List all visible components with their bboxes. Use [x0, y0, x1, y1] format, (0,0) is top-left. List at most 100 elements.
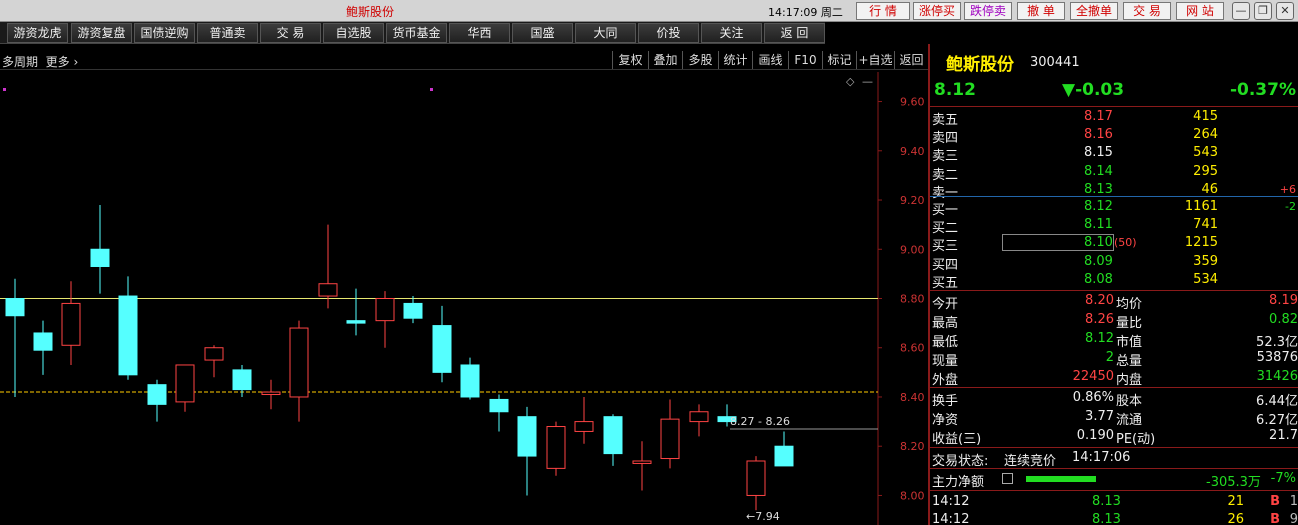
candle-body[interactable] — [318, 283, 338, 297]
asks-row[interactable]: 卖四 8.16 264 — [930, 126, 1298, 146]
nav-tab-8[interactable]: 国盛 — [512, 23, 573, 43]
chart-tool-6[interactable]: 标记 — [822, 51, 856, 69]
candle-body[interactable] — [432, 325, 452, 373]
diamond-icon[interactable]: ◇ — [846, 75, 855, 88]
list-icon[interactable] — [1002, 473, 1013, 484]
stat-row: 最低 8.12 市值 52.3亿 — [930, 330, 1298, 350]
candle-body[interactable] — [147, 384, 167, 405]
y-tick-label: 8.60 — [900, 342, 925, 355]
nav-tab-0[interactable]: 游资龙虎 — [7, 23, 68, 43]
candle-body[interactable] — [689, 411, 709, 423]
stat-label: 最高 — [932, 316, 959, 331]
nav-tab-4[interactable]: 交 易 — [260, 23, 321, 43]
divider — [930, 387, 1298, 388]
trading-status: 连续竞价 — [1004, 454, 1057, 469]
candle-body[interactable] — [746, 460, 766, 496]
candle-body[interactable] — [403, 302, 423, 319]
tick-price: 8.13 — [1092, 512, 1121, 525]
candle-body[interactable] — [574, 421, 594, 432]
stat-label: 股本 — [1116, 394, 1143, 409]
stat-label: 现量 — [932, 354, 959, 369]
toolbar-button-6[interactable]: 网 站 — [1176, 2, 1224, 20]
asks-row[interactable]: 卖二 8.14 295 — [930, 163, 1298, 183]
chart-tool-8[interactable]: 返回 — [894, 51, 928, 69]
candle-body[interactable] — [546, 426, 566, 469]
toolbar-button-0[interactable]: 行 情 — [856, 2, 910, 20]
asks-volume: 264 — [1193, 127, 1218, 143]
chart-tool-3[interactable]: 统计 — [718, 51, 752, 69]
close-icon[interactable]: ✕ — [1276, 2, 1294, 20]
candle-body[interactable] — [261, 391, 281, 396]
nav-tab-6[interactable]: 货币基金 — [386, 23, 447, 43]
chart-tool-0[interactable]: 复权 — [612, 51, 648, 69]
book-divider — [930, 196, 1298, 197]
candle-body[interactable] — [660, 418, 680, 460]
candle-body[interactable] — [61, 302, 81, 346]
candle-body[interactable] — [460, 364, 480, 398]
nav-tab-12[interactable]: 返 回 — [764, 23, 825, 43]
candle-body[interactable] — [517, 416, 537, 457]
nav-tab-3[interactable]: 普通卖 — [197, 23, 258, 43]
stat-value: 21.7 — [1269, 428, 1298, 443]
minus-icon[interactable]: — — [862, 75, 873, 88]
nav-tab-7[interactable]: 华西 — [449, 23, 510, 43]
candle-body[interactable] — [90, 248, 110, 267]
toolbar-button-3[interactable]: 撤 单 — [1017, 2, 1065, 20]
candle-body[interactable] — [204, 347, 224, 361]
chart-tool-5[interactable]: F10 — [788, 51, 822, 69]
price-row: 8.12 ▼-0.03 -0.37% — [930, 80, 1298, 102]
bids-row[interactable]: 买一 8.12 1161 -2 — [930, 198, 1298, 218]
chart-tool-2[interactable]: 多股 — [682, 51, 718, 69]
nav-tab-11[interactable]: 关注 — [701, 23, 762, 43]
nav-tab-5[interactable]: 自选股 — [323, 23, 384, 43]
chart-tool-4[interactable]: 画线 — [752, 51, 788, 69]
bids-label: 买四 — [932, 257, 959, 273]
divider — [930, 290, 1298, 291]
tick-row[interactable]: 14:12 8.13 26 B 9 — [930, 511, 1298, 525]
bids-row[interactable]: 买三 8.10 (50) 1215 — [930, 234, 1298, 254]
nav-tab-10[interactable]: 价投 — [638, 23, 699, 43]
chart-tool-7[interactable]: +自选 — [856, 51, 894, 69]
kline-chart[interactable]: 9.60 9.40 9.20 9.00 8.80 8.60 8.40 8.20 8.00 ◇ — 8.… — [0, 50, 928, 525]
toolbar-button-4[interactable]: 全撤单 — [1070, 2, 1118, 20]
candle-body[interactable] — [33, 332, 53, 351]
status-row: 交易状态: 连续竞价 14:17:06 — [932, 450, 1131, 469]
y-tick-label: 9.20 — [900, 194, 925, 207]
bids-price: 8.08 — [1084, 271, 1113, 287]
restore-icon[interactable]: ❐ — [1254, 2, 1272, 20]
chart-tool-1[interactable]: 叠加 — [648, 51, 682, 69]
nav-tab-1[interactable]: 游资复盘 — [71, 23, 132, 43]
candle-body[interactable] — [489, 398, 509, 413]
bids-row[interactable]: 买四 8.09 359 — [930, 253, 1298, 273]
candle-body[interactable] — [232, 369, 252, 391]
y-tick-label: 8.00 — [900, 489, 925, 502]
asks-row[interactable]: 卖三 8.15 543 — [930, 144, 1298, 165]
bids-row[interactable]: 买二 8.11 741 — [930, 216, 1298, 236]
stat-label: 外盘 — [932, 373, 959, 388]
minimize-icon[interactable]: — — [1232, 2, 1250, 20]
toolbar-button-1[interactable]: 涨停买 — [913, 2, 961, 20]
period-selector[interactable]: 多周期 更多 › — [2, 53, 78, 70]
stat-value: 52.3亿 — [1256, 335, 1298, 350]
candle-body[interactable] — [632, 460, 652, 464]
stat-label: 总量 — [1116, 354, 1143, 369]
selected-price-box — [1002, 234, 1114, 251]
candle-body[interactable] — [5, 298, 25, 317]
candle-body[interactable] — [375, 298, 395, 322]
asks-row[interactable]: 卖五 8.17 415 — [930, 108, 1298, 128]
nav-tab-9[interactable]: 大同 — [575, 23, 636, 43]
candle-body[interactable] — [774, 445, 794, 467]
stat-value: 6.44亿 — [1256, 394, 1298, 409]
tick-row[interactable]: 14:12 8.13 21 B 1 — [930, 493, 1298, 511]
toolbar-button-5[interactable]: 交 易 — [1123, 2, 1171, 20]
candle-body[interactable] — [289, 327, 309, 398]
candle-body[interactable] — [603, 416, 623, 455]
bids-row[interactable]: 买五 8.08 534 — [930, 271, 1298, 291]
candle-body[interactable] — [175, 364, 195, 403]
candle-body[interactable] — [346, 320, 366, 324]
toolbar-button-2[interactable]: 跌停卖 — [964, 2, 1012, 20]
candle-body[interactable] — [118, 295, 138, 376]
nav-tab-2[interactable]: 国债逆购 — [134, 23, 195, 43]
asks-label: 卖三 — [932, 149, 959, 165]
asks-change: +6 — [1279, 182, 1296, 196]
